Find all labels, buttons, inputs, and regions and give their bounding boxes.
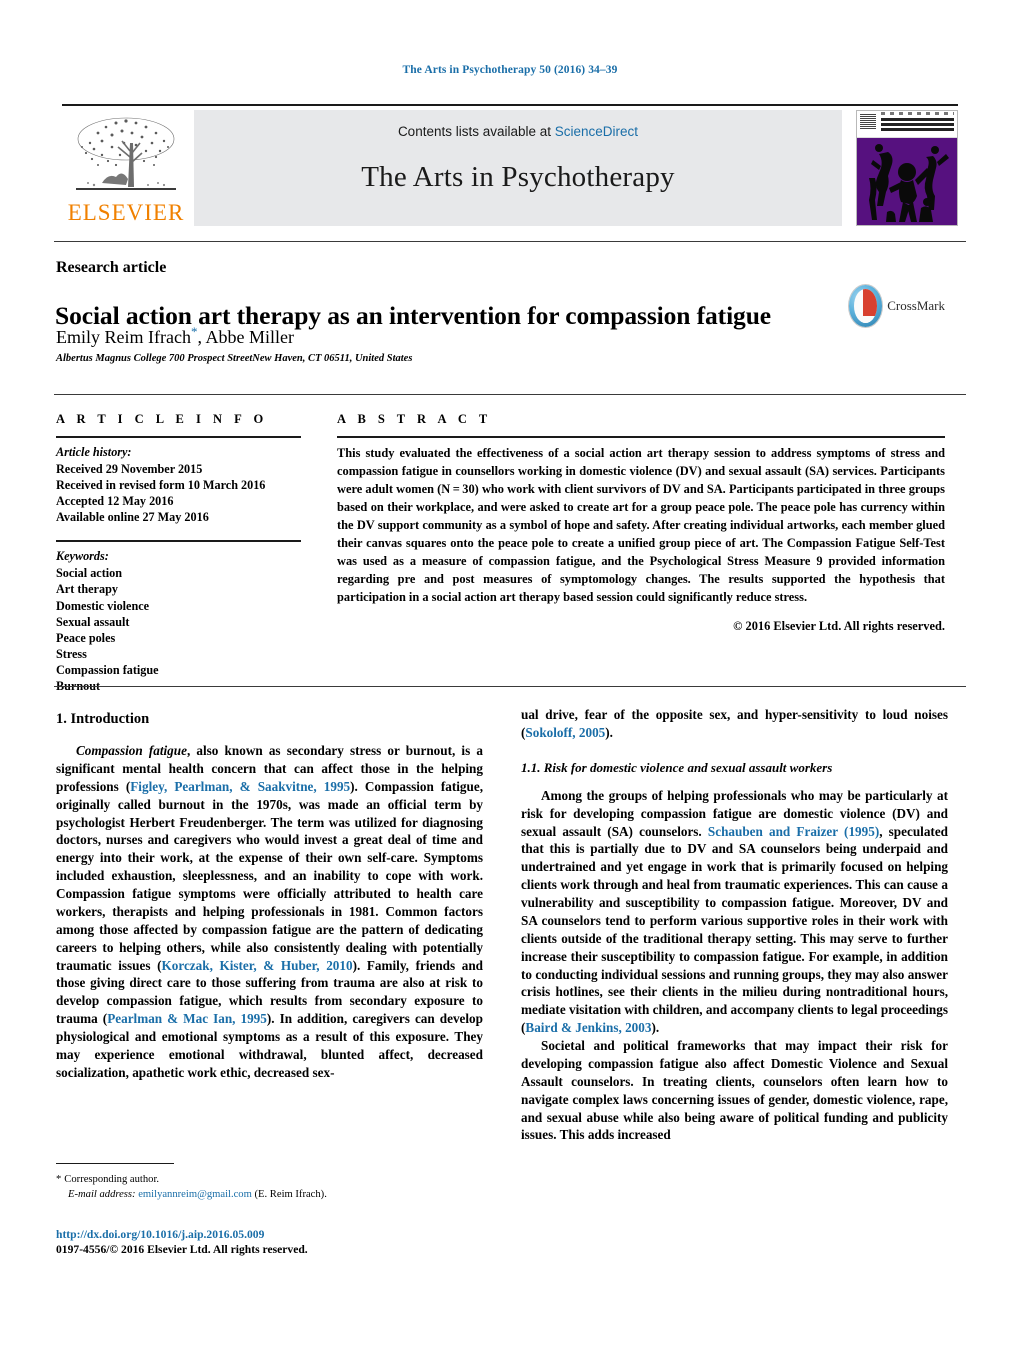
article-info-column: A R T I C L E I N F O Article history: R… — [56, 412, 301, 694]
elsevier-wordmark: ELSEVIER — [67, 200, 185, 225]
abstract-text: This study evaluated the effectiveness o… — [337, 446, 945, 604]
abstract-column: A B S T R A C T This study evaluated the… — [337, 412, 945, 634]
history-accepted: Accepted 12 May 2016 — [56, 494, 174, 509]
banner-top-rule — [62, 104, 958, 106]
affiliation: Albertus Magnus College 700 Prospect Str… — [56, 353, 413, 364]
intro-lead-term: Compassion fatigue — [76, 743, 187, 758]
intro-paragraph-continued: ual drive, fear of the opposite sex, and… — [521, 706, 948, 742]
keyword-item: Social action — [56, 566, 123, 581]
author-list: Emily Reim Ifrach*, Abbe Miller — [56, 324, 294, 349]
heading-introduction: 1. Introduction — [56, 711, 150, 727]
section11-paragraph-2: Societal and political frameworks that m… — [521, 1038, 948, 1143]
info-abstract-top-rule — [54, 394, 966, 395]
history-online: Available online 27 May 2016 — [56, 510, 209, 525]
intro-text-b: ). Compassion fatigue, originally called… — [56, 778, 483, 973]
article-history-label: Article history: — [56, 445, 132, 459]
abstract-copyright: © 2016 Elsevier Ltd. All rights reserved… — [733, 618, 945, 633]
cover-issue-line — [881, 112, 954, 115]
abstract-rule — [337, 436, 945, 438]
cover-masthead — [857, 111, 957, 138]
cover-barcode-icon — [860, 114, 876, 130]
email-owner: (E. Reim Ifrach). — [254, 1189, 327, 1201]
article-info-label: A R T I C L E I N F O — [56, 412, 268, 426]
footnote-rule — [56, 1163, 174, 1164]
keywords-rule — [56, 540, 301, 543]
doi-link[interactable]: http://dx.doi.org/10.1016/j.aip.2016.05.… — [56, 1228, 264, 1241]
keyword-item: Stress — [56, 646, 87, 661]
keywords-label: Keywords: — [56, 549, 109, 564]
intro-paragraph-1: Compassion fatigue, also known as second… — [56, 742, 483, 1082]
paper-page: The Arts in Psychotherapy 50 (2016) 34–3… — [0, 0, 1020, 1351]
keyword-item: Sexual assault — [56, 614, 130, 629]
elsevier-logo: ELSEVIER — [62, 110, 190, 226]
footnote-line-1: * Corresponding author. — [56, 1172, 486, 1187]
citation-schauben[interactable]: Schauben and Fraizer (1995) — [708, 824, 879, 839]
citation-baird[interactable]: Baird & Jenkins, 2003 — [525, 1020, 651, 1035]
corresponding-author-footnote: * Corresponding author. E-mail address: e… — [56, 1172, 486, 1203]
citation-korczak[interactable]: Korczak, Kister, & Huber, 2010 — [161, 958, 352, 973]
cover-title-block — [881, 118, 954, 131]
abstract-label: A B S T R A C T — [337, 412, 492, 426]
crossmark-icon — [849, 285, 883, 327]
footnote-corresponding-label: Corresponding author. — [64, 1174, 160, 1185]
cover-artwork — [857, 138, 957, 225]
citation-sokoloff[interactable]: Sokoloff, 2005 — [525, 725, 605, 740]
s11-text-b: , speculated that this is partially due … — [521, 823, 949, 1036]
history-received: Received 29 November 2015 — [56, 462, 203, 476]
author-name-1: Emily Reim Ifrach — [56, 327, 191, 347]
footnote-line-2: E-mail address: emilyannreim@gmail.com (… — [56, 1187, 486, 1202]
keyword-item: Compassion fatigue — [56, 662, 159, 677]
running-head: The Arts in Psychotherapy 50 (2016) 34–3… — [402, 64, 618, 76]
citation-pearlman[interactable]: Pearlman & Mac Ian, 1995 — [107, 1011, 267, 1026]
body-column-right: ual drive, fear of the opposite sex, and… — [521, 706, 948, 1144]
contents-prefix: Contents lists available at — [397, 124, 555, 139]
journal-title: The Arts in Psychotherapy — [361, 161, 675, 193]
body-column-left: 1. Introduction Compassion fatigue, also… — [56, 706, 483, 1144]
crossmark-label: CrossMark — [887, 298, 945, 313]
keyword-item: Domestic violence — [56, 598, 150, 613]
issn-copyright-line: 0197-4556/© 2016 Elsevier Ltd. All right… — [56, 1243, 308, 1256]
sciencedirect-link[interactable]: ScienceDirect — [555, 124, 638, 139]
email-label: E-mail address: — [68, 1189, 136, 1201]
journal-banner-center: Contents lists available at ScienceDirec… — [194, 110, 842, 226]
article-info-rule — [56, 436, 301, 438]
keywords-block: Keywords: Social action Art therapy Dome… — [56, 540, 301, 694]
s11-text-c: ). — [651, 1020, 660, 1036]
email-link[interactable]: emilyannreim@gmail.com — [138, 1189, 252, 1200]
body-columns: 1. Introduction Compassion fatigue, also… — [56, 706, 948, 1144]
article-type: Research article — [56, 259, 167, 276]
heading-risk-dv-sa: 1.1. Risk for domestic violence and sexu… — [521, 759, 833, 775]
keyword-item: Art therapy — [56, 582, 118, 597]
article-head-rule — [54, 241, 966, 242]
history-revised: Received in revised form 10 March 2016 — [56, 478, 266, 493]
keyword-item: Peace poles — [56, 630, 116, 645]
body-top-rule — [54, 686, 966, 687]
elsevier-tree-icon — [68, 113, 184, 201]
footnote-marker: * — [56, 1174, 62, 1185]
citation-figley[interactable]: Figley, Pearlman, & Saakvitne, 1995 — [130, 779, 350, 794]
author-name-2: , Abbe Miller — [197, 327, 294, 347]
journal-cover-thumbnail[interactable] — [856, 110, 958, 226]
journal-banner: ELSEVIER Contents lists available at Sci… — [62, 110, 958, 226]
section11-paragraph-1: Among the groups of helping professional… — [521, 787, 948, 1037]
crossmark-badge[interactable]: CrossMark — [849, 282, 945, 330]
contents-available-line: Contents lists available at ScienceDirec… — [194, 110, 842, 139]
cont-text-b: ). — [605, 724, 613, 740]
